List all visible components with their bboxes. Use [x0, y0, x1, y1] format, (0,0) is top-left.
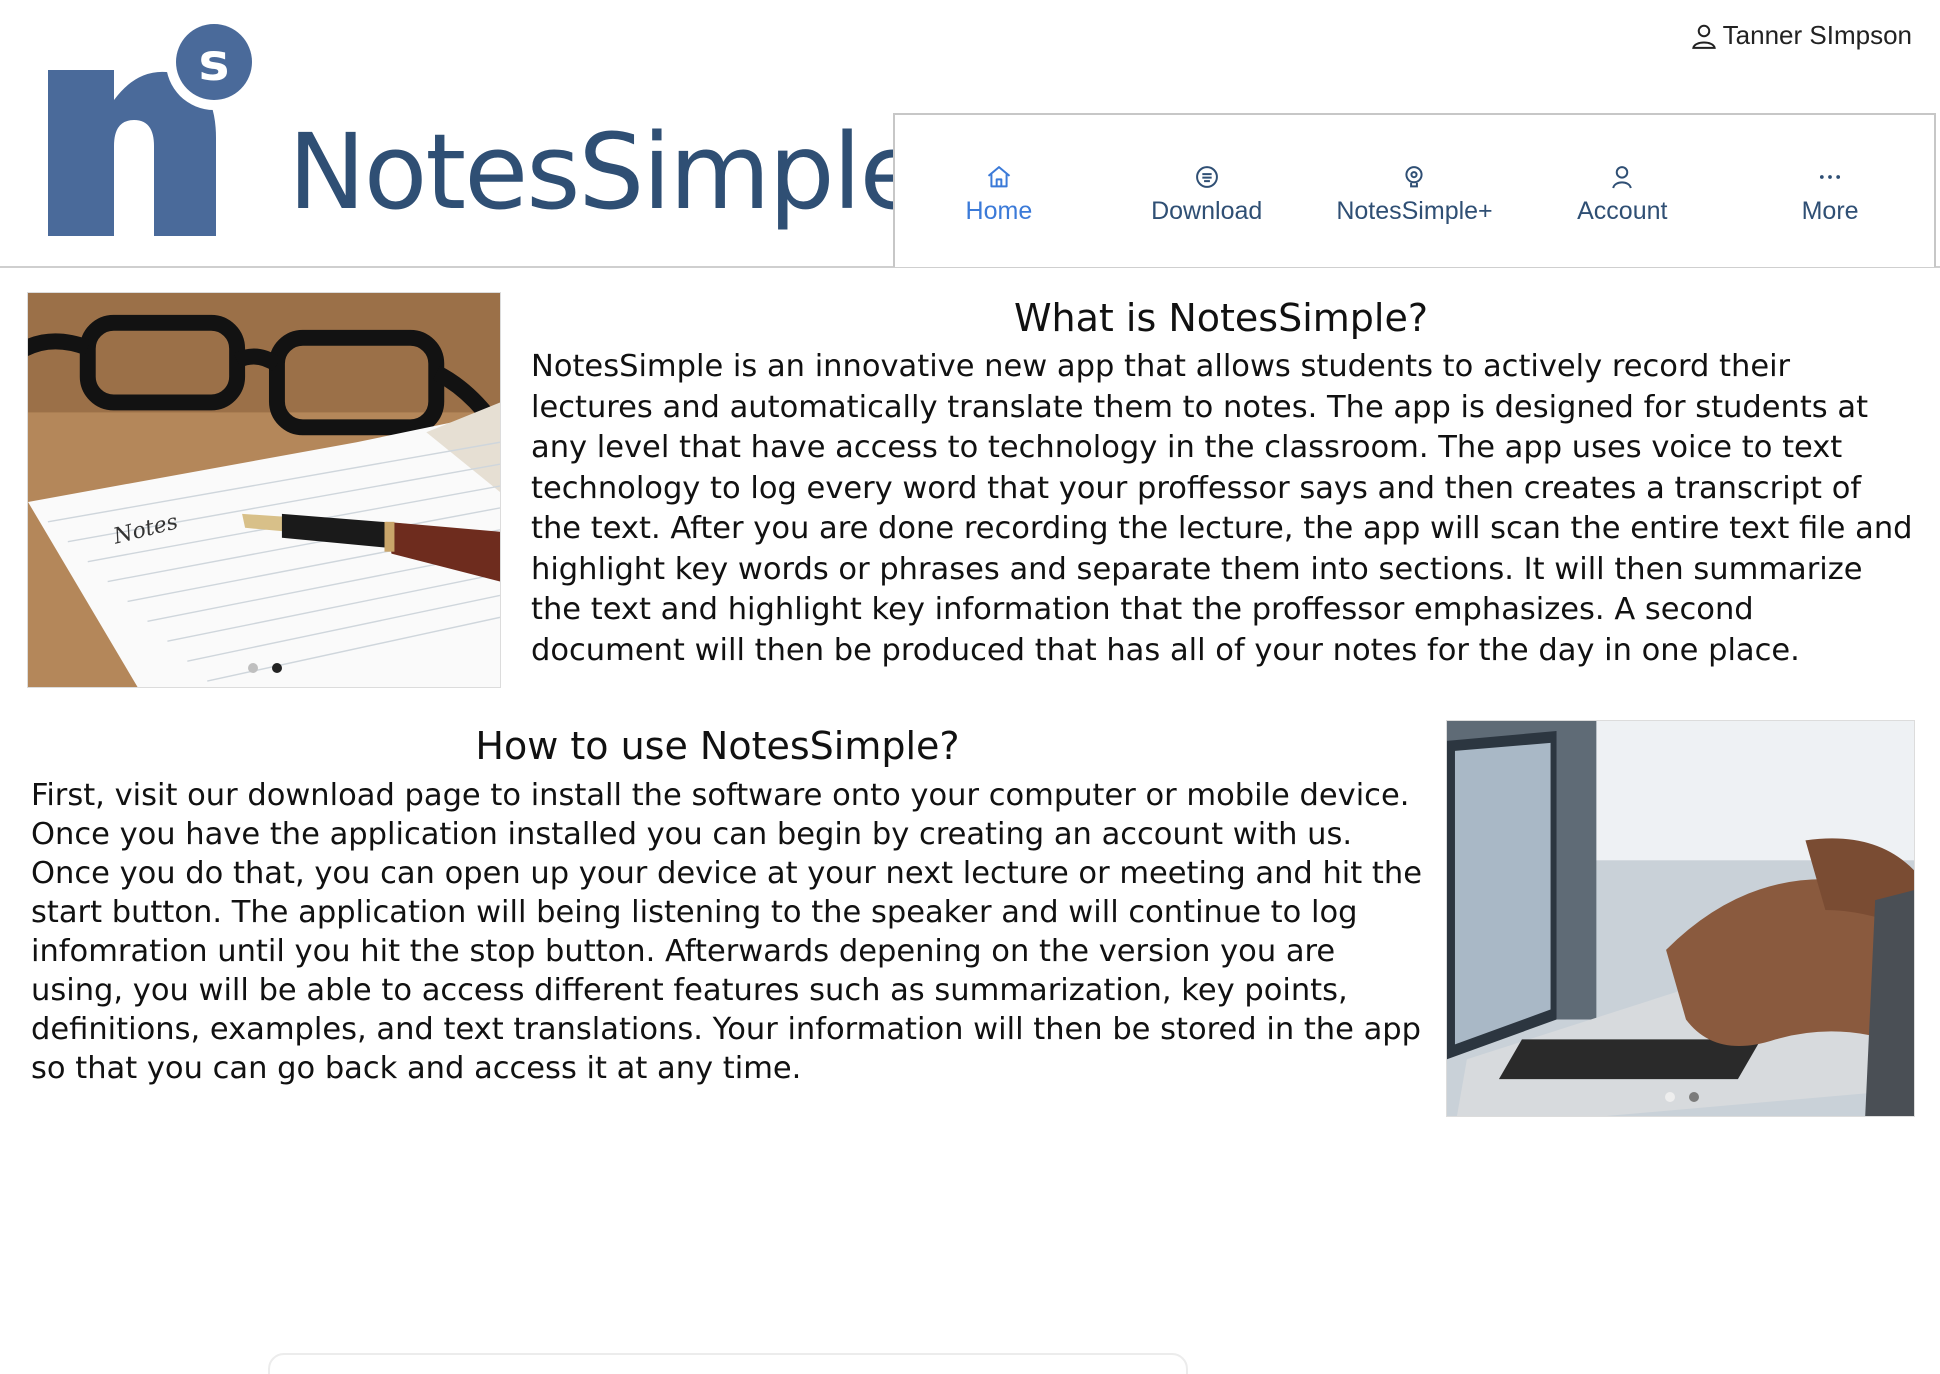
bulb-icon — [1405, 165, 1424, 187]
notessimple-logo[interactable]: s — [44, 10, 266, 238]
nav-label-more: More — [1801, 196, 1859, 225]
section-text-what-is: NotesSimple is an innovative new app tha… — [531, 349, 1913, 668]
nav-item-home[interactable]: Home — [895, 115, 1103, 267]
carousel-dots-2 — [1665, 1092, 1699, 1102]
laptop-carousel-image[interactable] — [1446, 720, 1915, 1117]
carousel-dot[interactable] — [1689, 1092, 1699, 1102]
nav-item-download[interactable]: Download — [1103, 115, 1311, 267]
main-nav: Home Download NotesSimple+ Account More — [893, 113, 1936, 267]
notes-carousel-image[interactable]: Notes — [27, 292, 501, 688]
section-text-how-to-use: First, visit our download page to instal… — [31, 778, 1422, 1086]
brand-title[interactable]: NotesSimple. — [288, 120, 955, 224]
ellipsis-icon — [1820, 174, 1841, 179]
nav-label-home: Home — [965, 196, 1033, 225]
glasses-notebook-pen-illustration: Notes — [28, 293, 500, 687]
nav-item-notessimple-plus[interactable]: NotesSimple+ — [1311, 115, 1519, 267]
logo-badge-letter: s — [199, 33, 230, 93]
nav-label-notessimple-plus: NotesSimple+ — [1336, 196, 1493, 225]
home-icon — [987, 165, 1011, 187]
download-icon — [1195, 165, 1218, 188]
page: s NotesSimple. Tanner SImpson Home Downl… — [0, 0, 1940, 1374]
nav-item-account[interactable]: Account — [1518, 115, 1726, 267]
carousel-dot-active[interactable] — [272, 663, 282, 673]
user-account-link[interactable]: Tanner SImpson — [1689, 20, 1912, 51]
laptop-typing-illustration — [1447, 721, 1914, 1116]
section-title-how-to-use: How to use NotesSimple? — [475, 724, 960, 768]
section-title-what-is: What is NotesSimple? — [1013, 296, 1429, 340]
user-name: Tanner SImpson — [1722, 20, 1912, 50]
carousel-dots-1 — [248, 663, 282, 673]
carousel-dot[interactable] — [248, 663, 258, 673]
nav-item-more[interactable]: More — [1726, 115, 1934, 267]
carousel-dot-active[interactable] — [1665, 1092, 1675, 1102]
user-icon — [1691, 24, 1716, 49]
nav-label-account: Account — [1577, 196, 1668, 225]
person-icon — [1612, 165, 1633, 188]
site-header: s NotesSimple. Tanner SImpson Home Downl… — [0, 0, 1940, 268]
footer-card — [268, 1353, 1188, 1374]
nav-label-download: Download — [1151, 196, 1263, 225]
